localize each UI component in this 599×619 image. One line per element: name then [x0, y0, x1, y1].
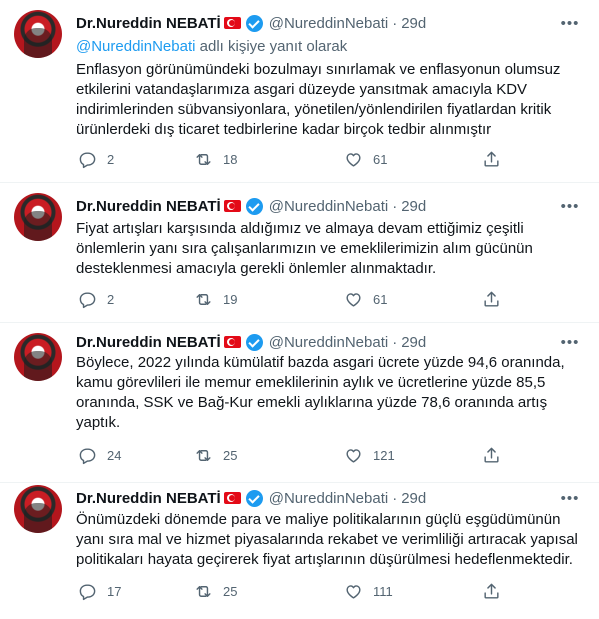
share-icon: [484, 583, 499, 599]
share-icon: [484, 447, 499, 463]
retweet-icon: [196, 153, 211, 165]
tweet-header: Dr.Nureddin NEBATİ @NureddinNebati · 29d: [76, 13, 426, 33]
separator: ·: [392, 489, 398, 507]
tweet-thread: Dr.Nureddin NEBATİ @NureddinNebati · 29d…: [0, 0, 599, 619]
avatar[interactable]: [14, 333, 62, 381]
avatar[interactable]: [14, 485, 62, 533]
retweet-count: 19: [223, 291, 238, 307]
share-button[interactable]: [482, 289, 501, 309]
author-handle[interactable]: @NureddinNebati: [269, 490, 388, 507]
retweet-count: 25: [223, 447, 238, 463]
tweet[interactable]: Dr.Nureddin NEBATİ @NureddinNebati · 29d…: [0, 483, 599, 619]
retweet-button[interactable]: 25: [194, 581, 237, 601]
tweet-text: Böylece, 2022 yılında kümülatif bazda as…: [76, 354, 565, 431]
tweet-header: Dr.Nureddin NEBATİ @NureddinNebati · 29d: [76, 196, 426, 216]
tweet-actions: 17 25 111: [76, 581, 506, 601]
tweet-text: Enflasyon görünümündeki bozulmayı sınırl…: [76, 61, 561, 138]
author-handle[interactable]: @NureddinNebati: [269, 198, 388, 215]
like-icon: [346, 584, 361, 599]
separator: ·: [392, 197, 398, 215]
retweet-button[interactable]: 25: [194, 445, 237, 465]
share-button[interactable]: [482, 149, 501, 169]
reply-to-handle-link[interactable]: @NureddinNebati: [76, 38, 195, 55]
reply-icon: [79, 583, 96, 600]
more-options-icon[interactable]: •••: [559, 332, 581, 352]
reply-icon: [79, 447, 96, 464]
retweet-icon: [196, 585, 211, 597]
reply-count: 17: [107, 583, 122, 599]
like-count: 121: [373, 447, 395, 463]
avatar[interactable]: [14, 10, 62, 58]
reply-count: 24: [107, 447, 122, 463]
like-count: 61: [373, 291, 388, 307]
tweet[interactable]: Dr.Nureddin NEBATİ @NureddinNebati · 29d…: [0, 183, 599, 323]
tweet-time[interactable]: 29d: [401, 490, 426, 507]
reply-count: 2: [107, 151, 115, 167]
like-button[interactable]: 111: [344, 581, 393, 601]
tweet-header: Dr.Nureddin NEBATİ @NureddinNebati · 29d: [76, 332, 426, 352]
reply-context: @NureddinNebati adlı kişiye yanıt olarak: [76, 38, 347, 55]
separator: ·: [392, 14, 398, 32]
reply-button[interactable]: 2: [78, 289, 114, 309]
like-icon: [346, 292, 361, 307]
author-name[interactable]: Dr.Nureddin NEBATİ: [76, 490, 221, 507]
author-handle[interactable]: @NureddinNebati: [269, 334, 388, 351]
like-icon: [346, 152, 361, 167]
verified-badge-icon: [245, 197, 263, 215]
like-button[interactable]: 121: [344, 445, 395, 465]
more-options-icon[interactable]: •••: [559, 13, 581, 33]
retweet-count: 18: [223, 151, 238, 167]
turkey-flag-icon: [223, 492, 241, 504]
tweet-time[interactable]: 29d: [401, 15, 426, 32]
like-button[interactable]: 61: [344, 149, 387, 169]
like-icon: [346, 448, 361, 463]
turkey-flag-icon: [223, 17, 241, 29]
tweet[interactable]: Dr.Nureddin NEBATİ @NureddinNebati · 29d…: [0, 323, 599, 483]
tweet-header: Dr.Nureddin NEBATİ @NureddinNebati · 29d: [76, 488, 426, 508]
retweet-button[interactable]: 18: [194, 149, 237, 169]
retweet-button[interactable]: 19: [194, 289, 237, 309]
tweet-actions: 2 19 61: [76, 289, 506, 309]
more-options-icon[interactable]: •••: [559, 196, 581, 216]
avatar[interactable]: [14, 193, 62, 241]
author-name[interactable]: Dr.Nureddin NEBATİ: [76, 198, 221, 215]
author-name[interactable]: Dr.Nureddin NEBATİ: [76, 15, 221, 32]
author-name[interactable]: Dr.Nureddin NEBATİ: [76, 334, 221, 351]
tweet-actions: 2 18 61: [76, 149, 506, 169]
reply-count: 2: [107, 291, 115, 307]
tweet-time[interactable]: 29d: [401, 334, 426, 351]
verified-badge-icon: [245, 333, 263, 351]
share-button[interactable]: [482, 445, 501, 465]
share-button[interactable]: [482, 581, 501, 601]
more-options-icon[interactable]: •••: [559, 488, 581, 508]
like-count: 111: [373, 583, 393, 599]
reply-icon: [79, 151, 96, 168]
author-handle[interactable]: @NureddinNebati: [269, 15, 388, 32]
share-icon: [484, 291, 499, 307]
separator: ·: [392, 333, 398, 351]
share-icon: [484, 151, 499, 167]
tweet[interactable]: Dr.Nureddin NEBATİ @NureddinNebati · 29d…: [0, 0, 599, 183]
reply-icon: [79, 291, 96, 308]
tweet-actions: 24 25 121: [76, 445, 506, 465]
reply-to-suffix: adlı kişiye yanıt olarak: [195, 38, 348, 55]
turkey-flag-icon: [223, 336, 241, 348]
verified-badge-icon: [245, 14, 263, 32]
tweet-text: Önümüzdeki dönemde para ve maliye politi…: [76, 511, 578, 568]
like-count: 61: [373, 151, 388, 167]
retweet-count: 25: [223, 583, 238, 599]
like-button[interactable]: 61: [344, 289, 387, 309]
verified-badge-icon: [245, 489, 263, 507]
reply-button[interactable]: 24: [78, 445, 121, 465]
retweet-icon: [196, 449, 211, 461]
reply-button[interactable]: 17: [78, 581, 121, 601]
tweet-time[interactable]: 29d: [401, 198, 426, 215]
retweet-icon: [196, 293, 211, 305]
turkey-flag-icon: [223, 200, 241, 212]
tweet-text: Fiyat artışları karşısında aldığımız ve …: [76, 220, 533, 277]
reply-button[interactable]: 2: [78, 149, 114, 169]
